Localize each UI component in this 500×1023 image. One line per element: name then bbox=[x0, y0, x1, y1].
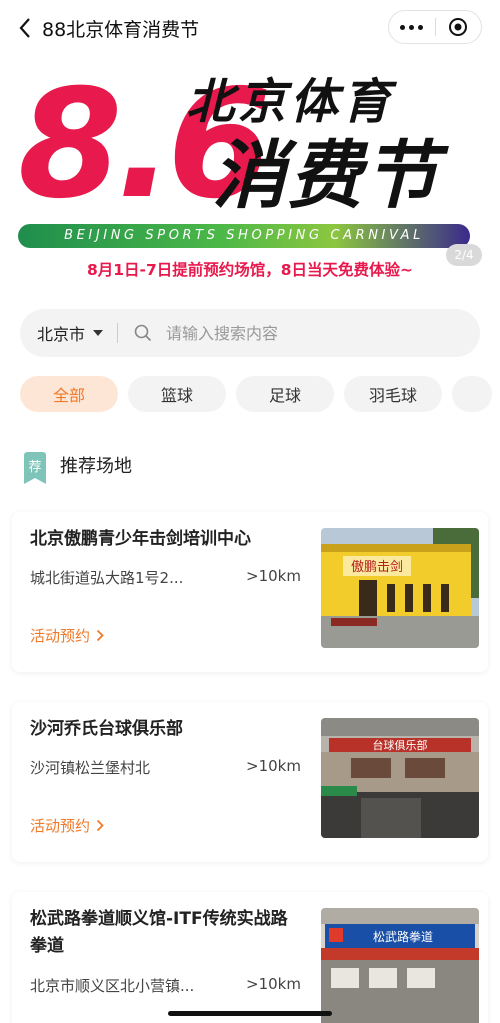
book-activity-link[interactable]: 活动预约 bbox=[30, 815, 104, 836]
venue-name: 北京傲鹏青少年击剑培训中心 bbox=[30, 529, 251, 549]
book-activity-label: 活动预约 bbox=[30, 627, 91, 645]
venue-name: 沙河乔氏台球俱乐部 bbox=[30, 719, 183, 739]
home-indicator bbox=[168, 1011, 332, 1016]
section-header: 荐 推荐场地 bbox=[24, 452, 132, 484]
venue-photo[interactable]: 松武路拳道 bbox=[321, 908, 479, 1023]
banner-title-line2: 消费节 bbox=[212, 133, 440, 219]
venue-photo-sign: 傲鹏击剑 bbox=[351, 559, 403, 575]
venue-photo-sign: 松武路拳道 bbox=[373, 929, 433, 944]
banner-carnival-strip: BEIJING SPORTS SHOPPING CARNIVAL bbox=[18, 224, 470, 248]
venue-distance: >10km bbox=[246, 567, 301, 585]
venue-address: 沙河镇松兰堡村北 bbox=[30, 759, 151, 777]
search-input[interactable] bbox=[166, 323, 427, 343]
venue-photo-sign: 台球俱乐部 bbox=[373, 738, 428, 752]
venue-card[interactable]: 北京傲鹏青少年击剑培训中心 城北街道弘大路1号2... >10km 活动预约 傲… bbox=[12, 512, 488, 672]
city-label: 北京市 bbox=[37, 325, 86, 344]
mini-program-capsule bbox=[388, 10, 482, 44]
tab-basketball[interactable]: 篮球 bbox=[128, 376, 226, 412]
venue-card[interactable]: 松武路拳道顺义馆-ITF传统实战路拳道 北京市顺义区北小营镇... >10km … bbox=[12, 892, 488, 1023]
chevron-right-icon bbox=[96, 819, 104, 832]
search-icon bbox=[134, 324, 152, 342]
book-activity-label: 活动预约 bbox=[30, 817, 91, 835]
venue-photo[interactable]: 傲鹏击剑 bbox=[321, 528, 479, 648]
venue-address: 北京市顺义区北小营镇... bbox=[30, 977, 195, 995]
banner-promo-text: 8月1日-7日提前预约场馆，8日当天免费体验~ bbox=[86, 261, 414, 279]
venue-distance: >10km bbox=[246, 757, 301, 775]
category-tabs: 全部 篮球 足球 羽毛球 bbox=[20, 376, 500, 414]
book-activity-link[interactable]: 活动预约 bbox=[30, 625, 104, 646]
section-title: 推荐场地 bbox=[60, 456, 132, 477]
nav-bar: 88北京体育消费节 bbox=[0, 0, 500, 56]
venue-address: 城北街道弘大路1号2... bbox=[30, 569, 184, 587]
venue-photo[interactable]: 台球俱乐部 bbox=[321, 718, 479, 838]
tab-all[interactable]: 全部 bbox=[20, 376, 118, 412]
search-bar: 北京市 bbox=[20, 309, 480, 357]
venue-card[interactable]: 沙河乔氏台球俱乐部 沙河镇松兰堡村北 >10km 活动预约 台球俱乐部 bbox=[12, 702, 488, 862]
tab-badminton[interactable]: 羽毛球 bbox=[344, 376, 442, 412]
chevron-right-icon bbox=[96, 629, 104, 642]
page-title: 88北京体育消费节 bbox=[42, 18, 200, 41]
venue-name: 松武路拳道顺义馆-ITF传统实战路拳道 bbox=[30, 909, 288, 956]
tab-more[interactable] bbox=[452, 376, 492, 412]
more-icon[interactable] bbox=[389, 24, 435, 30]
venue-distance: >10km bbox=[246, 975, 301, 993]
back-icon[interactable] bbox=[10, 13, 40, 43]
banner-pager: 2/4 bbox=[446, 244, 482, 266]
caret-down-icon bbox=[93, 330, 104, 336]
recommend-badge-icon: 荐 bbox=[24, 452, 46, 484]
close-program-icon[interactable] bbox=[436, 17, 482, 37]
search-divider bbox=[117, 323, 119, 343]
tab-football[interactable]: 足球 bbox=[236, 376, 334, 412]
city-selector[interactable]: 北京市 bbox=[37, 321, 104, 345]
festival-banner[interactable]: 8.6 北京体育 消费节 BEIJING SPORTS SHOPPING CAR… bbox=[0, 58, 500, 288]
